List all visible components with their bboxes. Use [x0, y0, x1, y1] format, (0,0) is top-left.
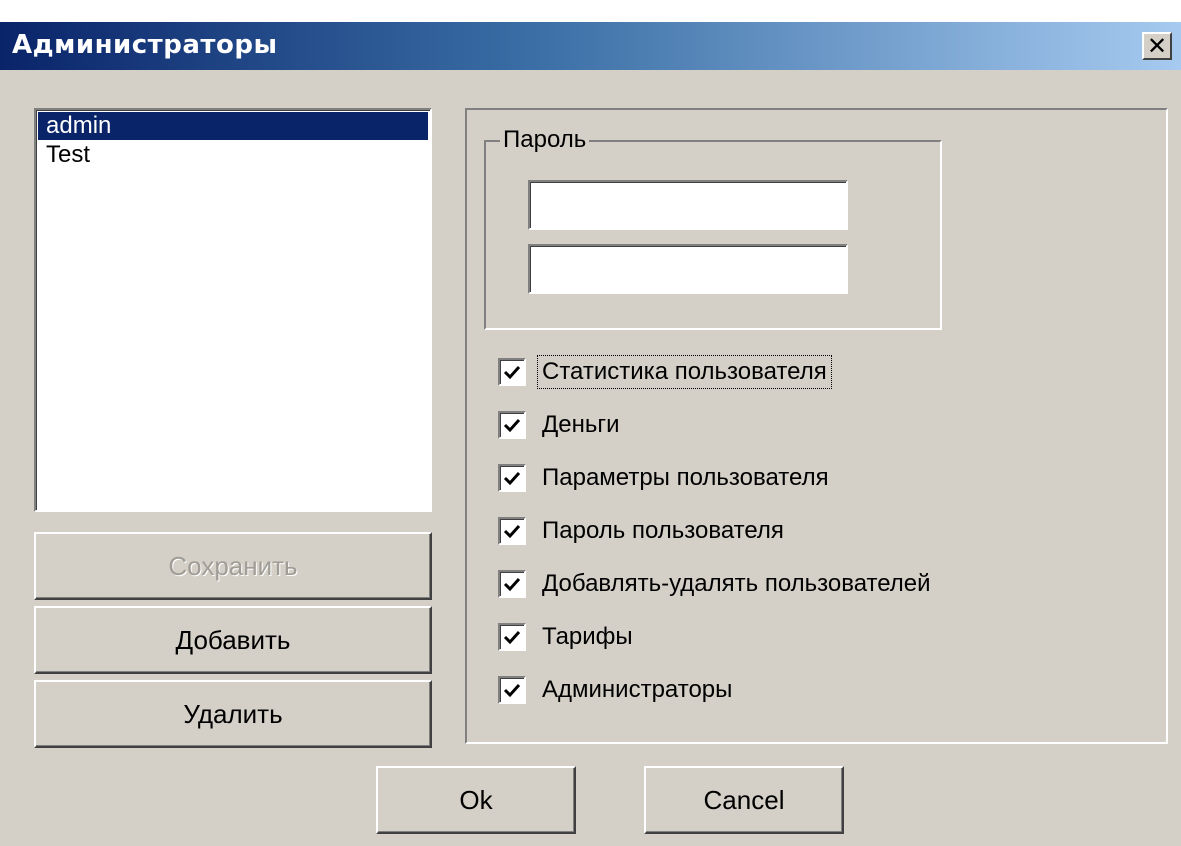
- title-bar[interactable]: Администраторы ✕: [0, 22, 1181, 70]
- checkmark-icon: [503, 683, 521, 698]
- list-item[interactable]: admin: [38, 112, 428, 140]
- permission-label: Параметры пользователя: [542, 464, 829, 491]
- checkmark-icon: [503, 630, 521, 645]
- permission-administrators[interactable]: Администраторы: [498, 674, 732, 706]
- save-button[interactable]: Сохранить: [34, 532, 432, 600]
- permission-tariffs[interactable]: Тарифы: [498, 621, 633, 653]
- permission-user-stats[interactable]: Статистика пользователя: [498, 355, 832, 389]
- checkbox[interactable]: [498, 411, 526, 439]
- checkmark-icon: [503, 418, 521, 433]
- checkmark-icon: [503, 471, 521, 486]
- administrators-list[interactable]: admin Test: [34, 108, 432, 512]
- checkbox[interactable]: [498, 464, 526, 492]
- window-title: Администраторы: [12, 30, 278, 60]
- list-item[interactable]: Test: [36, 140, 430, 170]
- password-group-label: Пароль: [500, 126, 590, 154]
- permission-money[interactable]: Деньги: [498, 409, 620, 441]
- checkbox[interactable]: [498, 570, 526, 598]
- password-input[interactable]: [528, 180, 848, 230]
- permission-label: Тарифы: [542, 623, 633, 650]
- checkbox[interactable]: [498, 517, 526, 545]
- cancel-button[interactable]: Cancel: [644, 766, 844, 834]
- password-confirm-input[interactable]: [528, 244, 848, 294]
- list-item-label: admin: [46, 112, 112, 139]
- add-button[interactable]: Добавить: [34, 606, 432, 674]
- permission-user-params[interactable]: Параметры пользователя: [498, 462, 829, 494]
- list-item-label: Test: [46, 141, 91, 168]
- permission-label: Пароль пользователя: [542, 517, 784, 544]
- permission-label: Администраторы: [542, 676, 733, 703]
- checkmark-icon: [503, 577, 521, 592]
- checkbox[interactable]: [498, 676, 526, 704]
- close-icon: ✕: [1146, 32, 1168, 60]
- close-button[interactable]: ✕: [1142, 32, 1172, 60]
- ok-button[interactable]: Ok: [376, 766, 576, 834]
- permission-label: Статистика пользователя: [537, 355, 832, 389]
- permission-label: Деньги: [542, 411, 620, 438]
- checkmark-icon: [503, 524, 521, 539]
- checkmark-icon: [503, 365, 521, 380]
- delete-button[interactable]: Удалить: [34, 680, 432, 748]
- checkbox[interactable]: [498, 358, 526, 386]
- permission-user-password[interactable]: Пароль пользователя: [498, 515, 784, 547]
- permission-add-remove-users[interactable]: Добавлять-удалять пользователей: [498, 568, 931, 600]
- checkbox[interactable]: [498, 623, 526, 651]
- permission-label: Добавлять-удалять пользователей: [542, 570, 931, 597]
- administrators-dialog: Администраторы ✕ admin Test Сохранить До…: [0, 22, 1181, 846]
- password-group: [484, 140, 942, 330]
